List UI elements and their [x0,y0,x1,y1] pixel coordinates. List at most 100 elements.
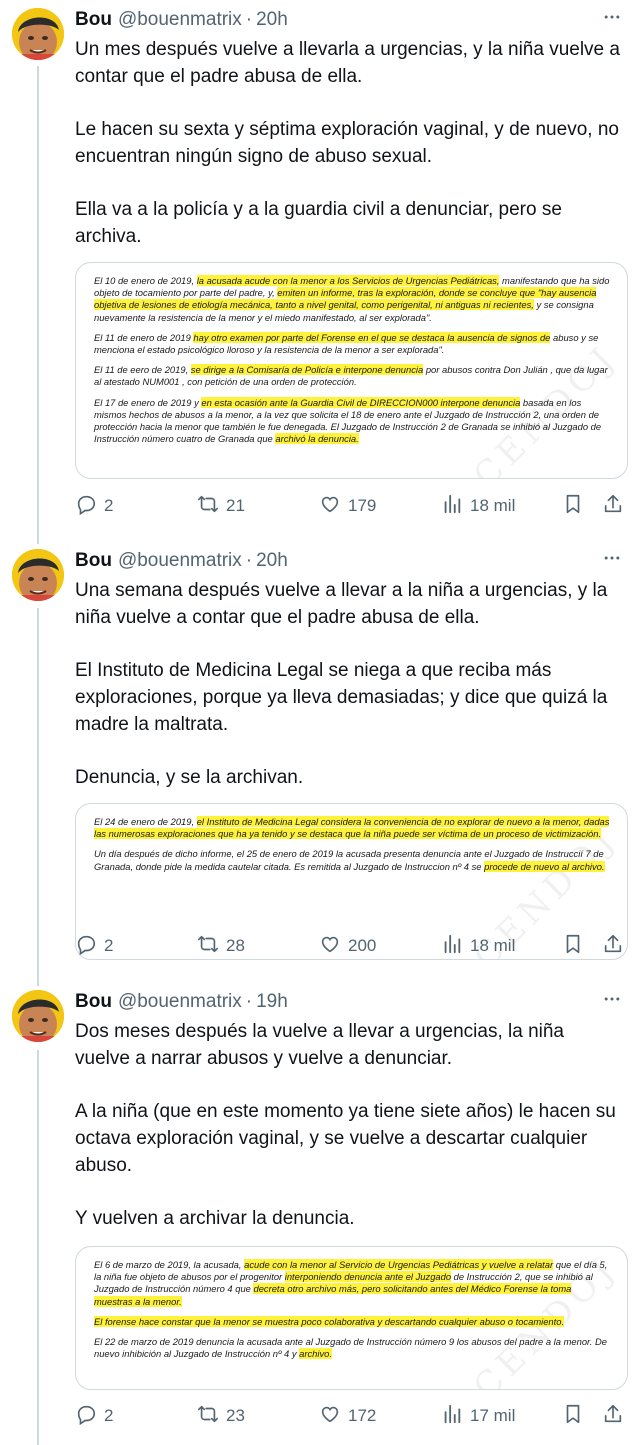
reply-icon [75,933,104,960]
document-paragraph: El forense hace constar que la menor se … [94,1315,611,1328]
tweet-image[interactable]: CENDOJ El 10 de enero de 2019, la acusad… [75,262,628,479]
views-count: 18 mil [470,936,516,955]
tweet-text: Una semana después vuelve a llevar a la … [75,577,622,791]
reply-icon [75,1403,104,1430]
highlighted-text: la acusada acude con la menor a los Serv… [196,275,500,286]
share-icon [602,933,624,960]
reply-button[interactable]: 2 [75,933,113,959]
like-icon [319,933,348,960]
user-handle[interactable]: @bouenmatrix [118,550,242,572]
repost-count: 21 [226,496,245,515]
tweet-paragraph: Y vuelven a archivar la denuncia. [75,1208,355,1229]
action-bar: 2 23 172 17 mil [75,1403,626,1429]
reply-count: 2 [104,936,114,955]
tweet-paragraph: Dos meses después la vuelve a llevar a u… [75,1021,564,1069]
highlighted-text: se dirige a la Comisaría de Policía e in… [190,364,424,376]
views-icon [441,1403,470,1430]
user-handle[interactable]: @bouenmatrix [118,9,242,31]
tweet-paragraph: Le hacen su sexta y séptima exploración … [75,119,619,167]
tweet-header: Bou @bouenmatrix · 19h [75,990,622,1014]
document-paragraph: Un día después de dicho informe, el 25 d… [94,848,611,872]
views-count: 17 mil [470,1406,516,1425]
display-name[interactable]: Bou [75,9,112,31]
avatar[interactable] [12,8,64,60]
more-options-icon[interactable] [598,547,626,569]
timestamp[interactable]: 20h [256,9,288,31]
display-name[interactable]: Bou [75,550,112,572]
avatar[interactable] [12,990,64,1042]
share-button[interactable] [602,1403,624,1429]
avatar[interactable] [12,549,64,601]
highlighted-text: en esta ocasión ante la Guardia Civil de… [201,396,521,408]
share-icon [602,1403,624,1430]
document-paragraph: El 22 de marzo de 2019 denuncia la acusa… [94,1336,611,1360]
bookmark-icon [562,493,584,520]
user-handle[interactable]: @bouenmatrix [118,991,242,1013]
views-button[interactable]: 17 mil [441,1403,515,1429]
document-paragraph: El 24 de enero de 2019, el Instituto de … [94,816,611,840]
repost-button[interactable]: 28 [197,933,245,959]
more-options-icon[interactable] [598,6,626,28]
separator-dot: · [245,550,253,571]
highlighted-text: interponiendo denuncia ante el Juzgado [284,1271,452,1283]
document-text: El 22 de marzo de 2019 denuncia la acusa… [94,1336,608,1360]
bookmark-button[interactable] [562,933,584,959]
action-bar: 2 21 179 18 mil [75,493,626,519]
document-text: El 10 de enero de 2019, [94,275,197,286]
bookmark-button[interactable] [562,493,584,519]
views-count: 18 mil [470,496,516,515]
bookmark-icon [562,933,584,960]
like-count: 179 [348,496,377,515]
repost-icon [197,493,226,520]
views-icon [441,493,470,520]
repost-button[interactable]: 21 [197,493,245,519]
like-count: 172 [348,1406,377,1425]
document-paragraph: El 10 de enero de 2019, la acusada acude… [94,275,611,324]
tweet-text: Dos meses después la vuelve a llevar a u… [75,1018,622,1232]
action-bar: 2 28 200 18 mil [75,933,626,959]
highlighted-text: archivó la denuncia. [275,433,359,445]
like-icon [319,1403,348,1430]
tweet-paragraph: Ella va a la policía y a la guardia civi… [75,199,562,247]
document-excerpt: El 24 de enero de 2019, el Instituto de … [94,816,611,881]
tweet-paragraph: El Instituto de Medicina Legal se niega … [75,660,608,735]
tweet-header: Bou @bouenmatrix · 20h [75,8,622,32]
tweet[interactable]: Bou @bouenmatrix · 20h Un mes después vu… [0,0,636,541]
like-button[interactable]: 172 [319,1403,376,1429]
like-count: 200 [348,936,377,955]
separator-dot: · [245,991,253,1012]
highlighted-text: archivo. [299,1348,332,1360]
tweet-image[interactable]: CENDOJ El 6 de marzo de 2019, la acusada… [75,1246,628,1390]
views-button[interactable]: 18 mil [441,493,515,519]
reply-count: 2 [104,496,114,515]
tweet-paragraph: Un mes después vuelve a llevarla a urgen… [75,39,620,87]
timestamp[interactable]: 20h [256,550,288,572]
like-icon [319,493,348,520]
like-button[interactable]: 179 [319,493,376,519]
tweet-paragraph: A la niña (que en este momento ya tiene … [75,1101,616,1176]
tweet[interactable]: Bou @bouenmatrix · 19h Dos meses después… [0,982,636,1445]
reply-count: 2 [104,1406,114,1425]
like-button[interactable]: 200 [319,933,376,959]
highlighted-text: El forense hace constar que la menor se … [94,1315,565,1327]
tweet-paragraph: Una semana después vuelve a llevar a la … [75,580,608,628]
timestamp[interactable]: 19h [256,991,288,1013]
highlighted-text: hay otro examen por parte del Forense en… [193,331,551,343]
views-icon [441,933,470,960]
repost-button[interactable]: 23 [197,1403,245,1429]
share-button[interactable] [602,493,624,519]
document-text: El 24 de enero de 2019, [94,816,197,827]
document-text: El 11 de enero de 2019 [94,331,194,343]
views-button[interactable]: 18 mil [441,933,515,959]
reply-button[interactable]: 2 [75,493,113,519]
highlighted-text: procede de nuevo al archivo. [484,860,605,872]
display-name[interactable]: Bou [75,991,112,1013]
bookmark-button[interactable] [562,1403,584,1429]
document-text: El 6 de marzo de 2019, la acusada, [94,1259,245,1270]
share-button[interactable] [602,933,624,959]
more-options-icon[interactable] [598,988,626,1010]
tweet-text: Un mes después vuelve a llevarla a urgen… [75,36,622,250]
reply-button[interactable]: 2 [75,1403,113,1429]
document-paragraph: El 11 de enero de 2019 hay otro examen p… [94,331,611,356]
repost-count: 28 [226,936,245,955]
